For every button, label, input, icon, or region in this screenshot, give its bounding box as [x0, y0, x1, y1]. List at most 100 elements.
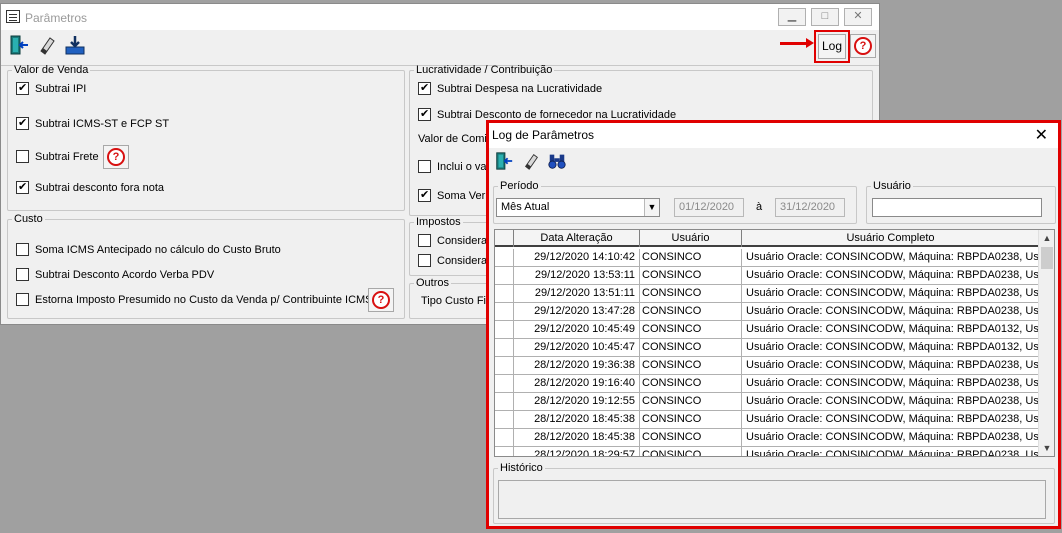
cell-usuario-completo: Usuário Oracle: CONSINCODW, Máquina: RBP… [742, 339, 1040, 356]
chk-soma-verba[interactable]: Soma Verb [418, 188, 492, 202]
cell-data-alteracao: 28/12/2020 18:45:38 [514, 411, 640, 428]
cell-usuario: CONSINCO [640, 303, 742, 320]
exit-door-icon[interactable] [493, 150, 515, 172]
frete-help-button[interactable]: ? [103, 145, 129, 169]
table-row[interactable]: 28/12/2020 19:36:38 CONSINCO Usuário Oracl… [495, 357, 1040, 375]
row-indicator [495, 285, 514, 302]
checkbox[interactable] [418, 160, 431, 173]
chk-subtrai-desconto[interactable]: Subtrai desconto fora nota [16, 180, 164, 194]
cell-usuario-completo: Usuário Oracle: CONSINCODW, Máquina: RBP… [742, 267, 1040, 284]
minimize-button[interactable]: ▁ [778, 8, 806, 26]
data-final-field[interactable]: 31/12/2020 [775, 198, 845, 217]
binoculars-icon[interactable] [546, 150, 568, 172]
chk-label: Considera [437, 234, 488, 247]
form-app-icon [6, 10, 20, 23]
scroll-thumb[interactable] [1041, 247, 1053, 269]
row-indicator [495, 303, 514, 320]
cell-usuario-completo: Usuário Oracle: CONSINCODW, Máquina: RBP… [742, 321, 1040, 338]
cell-data-alteracao: 29/12/2020 13:53:11 [514, 267, 640, 284]
col-usuario[interactable]: Usuário [640, 230, 742, 247]
export-download-icon[interactable] [63, 33, 87, 57]
help-icon: ? [107, 148, 125, 166]
chk-label: Estorna Imposto Presumido no Custo da Ve… [35, 293, 373, 306]
cell-usuario-completo: Usuário Oracle: CONSINCODW, Máquina: RBP… [742, 429, 1040, 446]
table-row[interactable]: 29/12/2020 13:53:11 CONSINCO Usuário Oracl… [495, 267, 1040, 285]
chk-soma-icms[interactable]: Soma ICMS Antecipado no cálculo do Custo… [16, 243, 281, 256]
cell-usuario: CONSINCO [640, 267, 742, 284]
table-row[interactable]: 28/12/2020 19:12:55 CONSINCO Usuário Oracl… [495, 393, 1040, 411]
chk-subtrai-frete[interactable]: Subtrai Frete [16, 150, 99, 163]
row-indicator [495, 321, 514, 338]
table-row[interactable]: 28/12/2020 18:45:38 CONSINCO Usuário Oracl… [495, 429, 1040, 447]
chk-considera-2[interactable]: Considera [418, 254, 487, 267]
table-row[interactable]: 29/12/2020 10:45:47 CONSINCO Usuário Oracl… [495, 339, 1040, 357]
maximize-button[interactable]: □ [811, 8, 839, 26]
help-button[interactable]: ? [850, 34, 876, 58]
table-row[interactable]: 29/12/2020 10:45:49 CONSINCO Usuário Oracl… [495, 321, 1040, 339]
table-row[interactable]: 28/12/2020 19:16:40 CONSINCO Usuário Oracl… [495, 375, 1040, 393]
cell-data-alteracao: 29/12/2020 10:45:47 [514, 339, 640, 356]
checkbox[interactable] [418, 107, 431, 121]
estorna-help-button[interactable]: ? [368, 288, 394, 312]
chk-subtrai-despesa[interactable]: Subtrai Despesa na Lucratividade [418, 81, 602, 95]
outros-legend: Outros [416, 277, 450, 289]
checkbox[interactable] [16, 243, 29, 256]
checkbox[interactable] [16, 116, 29, 130]
usuario-field[interactable] [872, 198, 1042, 217]
chk-label: Soma Verb [437, 189, 492, 202]
table-row[interactable]: 29/12/2020 14:10:42 CONSINCO Usuário Oracl… [495, 249, 1040, 267]
valor-comis-label: Valor de Comis [418, 133, 493, 145]
cell-usuario: CONSINCO [640, 285, 742, 302]
cell-usuario-completo: Usuário Oracle: CONSINCODW, Máquina: RBP… [742, 447, 1040, 456]
table-row[interactable]: 29/12/2020 13:47:28 CONSINCO Usuário Oracl… [495, 303, 1040, 321]
log-grid[interactable]: Data Alteração Usuário Usuário Completo … [494, 229, 1055, 457]
eraser-icon[interactable] [520, 150, 542, 172]
chk-considera-1[interactable]: Considera [418, 234, 487, 247]
checkbox[interactable] [16, 180, 29, 194]
checkbox[interactable] [418, 254, 431, 267]
chk-inclui-valor[interactable]: Inclui o val [418, 160, 489, 173]
dialog-close-button[interactable]: ✕ [1035, 125, 1048, 145]
checkbox[interactable] [16, 81, 29, 95]
red-arrow-annotation [780, 38, 814, 48]
cell-usuario-completo: Usuário Oracle: CONSINCODW, Máquina: RBP… [742, 393, 1040, 410]
table-row[interactable]: 29/12/2020 13:51:11 CONSINCO Usuário Oracl… [495, 285, 1040, 303]
exit-door-icon[interactable] [7, 33, 31, 57]
checkbox[interactable] [418, 188, 431, 202]
chk-estorna-imposto[interactable]: Estorna Imposto Presumido no Custo da Ve… [16, 293, 373, 306]
chk-subtrai-icms-st[interactable]: Subtrai ICMS-ST e FCP ST [16, 116, 169, 130]
chk-subtrai-ipi[interactable]: Subtrai IPI [16, 81, 86, 95]
table-row[interactable]: 28/12/2020 18:45:38 CONSINCO Usuário Oracl… [495, 411, 1040, 429]
scroll-up-icon[interactable]: ▲ [1039, 230, 1054, 246]
close-button[interactable]: ✕ [844, 8, 872, 26]
checkbox[interactable] [16, 293, 29, 306]
chk-subtrai-verba[interactable]: Subtrai Desconto Acordo Verba PDV [16, 268, 214, 281]
col-usuario-completo[interactable]: Usuário Completo [742, 230, 1040, 247]
checkbox[interactable] [16, 150, 29, 163]
checkbox[interactable] [418, 81, 431, 95]
col-data-alteracao[interactable]: Data Alteração [514, 230, 640, 247]
cell-data-alteracao: 28/12/2020 18:29:57 [514, 447, 640, 456]
lucratividade-legend: Lucratividade / Contribuição [416, 64, 553, 76]
cell-usuario: CONSINCO [640, 375, 742, 392]
cell-data-alteracao: 29/12/2020 10:45:49 [514, 321, 640, 338]
checkbox[interactable] [16, 268, 29, 281]
dialog-title: Log de Parâmetros [492, 128, 595, 142]
cell-usuario-completo: Usuário Oracle: CONSINCODW, Máquina: RBP… [742, 303, 1040, 320]
historico-legend: Histórico [500, 462, 543, 474]
checkbox[interactable] [418, 234, 431, 247]
periodo-selected: Mês Atual [501, 201, 550, 213]
periodo-select[interactable]: Mês Atual ▼ [496, 198, 660, 217]
grid-vertical-scrollbar[interactable]: ▲ ▼ [1038, 230, 1054, 456]
chevron-down-icon[interactable]: ▼ [644, 199, 659, 216]
usuario-legend: Usuário [873, 180, 911, 192]
eraser-icon[interactable] [35, 33, 59, 57]
log-button[interactable]: Log [818, 34, 846, 59]
window-title: Parâmetros [25, 11, 88, 25]
table-row[interactable]: 28/12/2020 18:29:57 CONSINCO Usuário Oracl… [495, 447, 1040, 456]
historico-textarea[interactable] [498, 480, 1046, 519]
data-inicial-field[interactable]: 01/12/2020 [674, 198, 744, 217]
grid-header: Data Alteração Usuário Usuário Completo [495, 230, 1040, 247]
scroll-down-icon[interactable]: ▼ [1039, 440, 1054, 456]
row-indicator [495, 267, 514, 284]
